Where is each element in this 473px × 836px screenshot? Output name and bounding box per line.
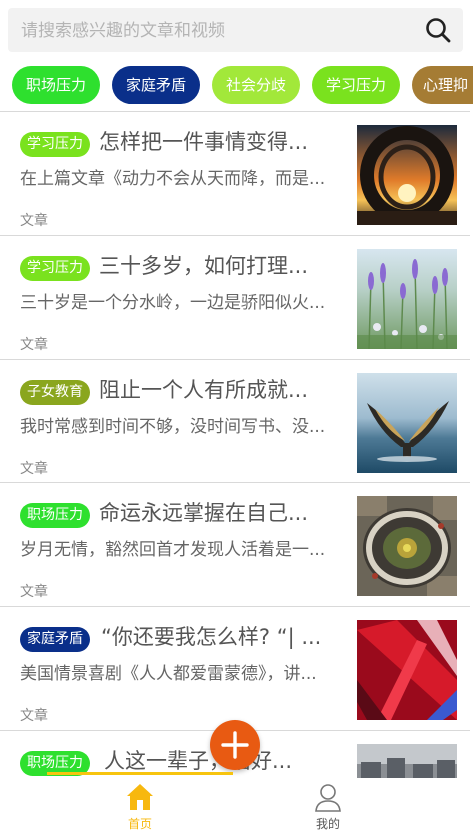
article-excerpt: 在上篇文章《动力不会从天而降，而是... — [20, 169, 326, 189]
article-excerpt: 我时常感到时间不够，没时间写书、没... — [20, 417, 326, 437]
search-input[interactable]: 请搜索感兴趣的文章和视频 — [8, 8, 463, 52]
article-tag: 学习压力 — [20, 132, 90, 157]
article-type: 文章 — [20, 213, 48, 229]
article-title: 三十多岁，如何打理... — [99, 254, 309, 278]
article-item[interactable]: 职场压力 命运永远掌握在自己... 岁月无情，豁然回首才发现人活着是一... 文… — [0, 483, 470, 607]
article-title: 阻止一个人有所成就... — [99, 378, 309, 402]
nav-home-label: 首页 — [127, 817, 152, 831]
nav-mine[interactable]: 我的 — [288, 778, 368, 836]
bottom-nav: 首页 我的 — [0, 772, 473, 836]
article-thumbnail — [357, 373, 457, 473]
article-thumbnail — [357, 620, 457, 720]
category-tag-study[interactable]: 学习压力 — [312, 66, 400, 104]
article-excerpt: 美国情景喜剧《人人都爱雷蒙德》，讲... — [20, 664, 317, 684]
article-item[interactable]: 学习压力 三十多岁，如何打理... 三十岁是一个分水岭，一边是骄阳似火... 文… — [0, 236, 470, 360]
article-thumbnail — [357, 249, 457, 349]
category-tag-workplace[interactable]: 职场压力 — [12, 66, 100, 104]
article-type: 文章 — [20, 584, 48, 600]
article-tag: 家庭矛盾 — [20, 627, 90, 652]
article-excerpt: 三十岁是一个分水岭，一边是骄阳似火... — [20, 293, 326, 313]
article-item[interactable]: 学习压力 怎样把一件事情变得... 在上篇文章《动力不会从天而降，而是... 文… — [0, 112, 470, 236]
add-button[interactable] — [210, 720, 260, 770]
nav-mine-label: 我的 — [315, 817, 340, 831]
category-tag-society[interactable]: 社会分歧 — [212, 66, 300, 104]
user-icon — [315, 784, 341, 812]
active-indicator — [47, 772, 233, 775]
article-type: 文章 — [20, 708, 48, 724]
article-tag: 职场压力 — [20, 503, 90, 528]
article-tag: 学习压力 — [20, 256, 90, 281]
article-tag: 子女教育 — [20, 380, 90, 405]
category-tag-family[interactable]: 家庭矛盾 — [112, 66, 200, 104]
article-item[interactable]: 家庭矛盾 “你还要我怎么样? “| ... 美国情景喜剧《人人都爱雷蒙德》，讲.… — [0, 607, 470, 731]
article-thumbnail — [357, 496, 457, 596]
search-bar: 请搜索感兴趣的文章和视频 — [0, 0, 473, 62]
article-title: “你还要我怎么样? “| ... — [101, 625, 322, 649]
search-placeholder: 请搜索感兴趣的文章和视频 — [21, 21, 225, 41]
article-item[interactable]: 子女教育 阻止一个人有所成就... 我时常感到时间不够，没时间写书、没... 文… — [0, 360, 470, 484]
category-tabs: 职场压力 家庭矛盾 社会分歧 学习压力 心理抑 — [0, 62, 473, 112]
article-type: 文章 — [20, 461, 48, 477]
article-type: 文章 — [20, 337, 48, 353]
home-icon — [127, 784, 153, 810]
article-excerpt: 岁月无情，豁然回首才发现人活着是一... — [20, 540, 326, 560]
category-tag-psychology[interactable]: 心理抑 — [412, 66, 473, 104]
nav-home[interactable]: 首页 — [100, 778, 180, 836]
article-title: 命运永远掌握在自己... — [99, 501, 309, 525]
search-icon[interactable] — [425, 17, 451, 43]
article-title: 怎样把一件事情变得... — [99, 130, 309, 154]
article-thumbnail — [357, 125, 457, 225]
plus-icon — [221, 731, 249, 759]
